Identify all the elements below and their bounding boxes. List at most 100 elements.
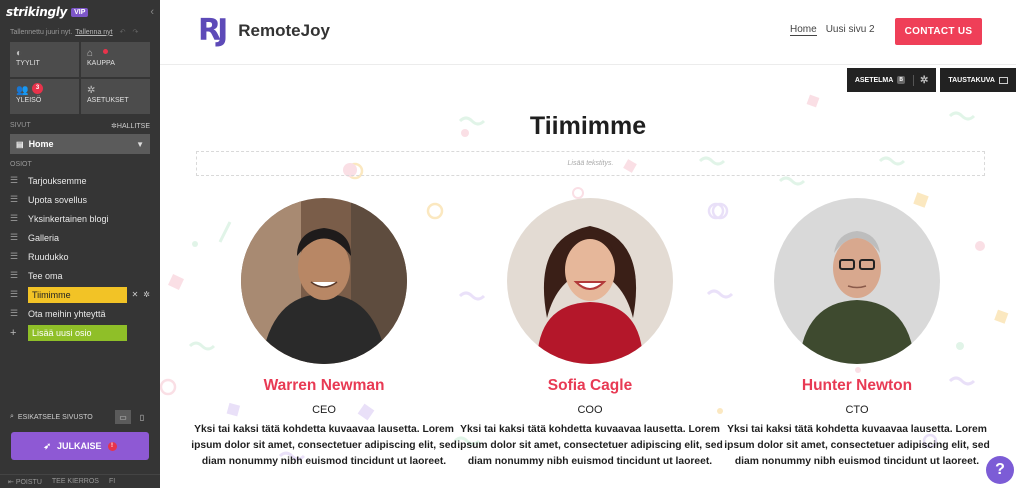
tile-label: ASETUKSET — [87, 97, 129, 104]
section-item[interactable]: ☰ Upota sovellus — [0, 190, 160, 209]
member-role[interactable]: CEO — [190, 404, 458, 416]
audience-count-badge: 3 — [32, 83, 43, 94]
member-photo-image — [241, 198, 407, 364]
drag-handle-icon[interactable]: ☰ — [10, 289, 20, 300]
member-photo-image — [507, 198, 673, 364]
member-bio[interactable]: Yksi tai kaksi tätä kohdetta kuvaavaa la… — [190, 422, 458, 470]
add-section-button[interactable]: + Lisää uusi osio — [0, 323, 160, 342]
section-item[interactable]: ☰ Yksinkertainen blogi — [0, 209, 160, 228]
site-header: RJ RemoteJoy Home Uusi sivu 2 CONTACT US — [160, 0, 1016, 65]
drag-handle-icon[interactable]: ☰ — [10, 175, 20, 186]
tile-styles[interactable]: ◐ TYYLIT — [10, 42, 79, 77]
section-item[interactable]: ☰ Galleria — [0, 228, 160, 247]
sidebar-footer: ⇤ POISTU TEE KIERROS FI — [0, 474, 160, 488]
save-status: Tallennettu juuri nyt. Tallenna nyt ↶ ↷ — [0, 24, 160, 40]
tile-shop[interactable]: ⌂ KAUPPA — [81, 42, 150, 77]
subtitle-input[interactable]: Lisää tekstitys. — [196, 151, 985, 176]
drag-handle-icon[interactable]: ☰ — [10, 270, 20, 281]
language-link[interactable]: FI — [109, 478, 115, 485]
add-section-label: Lisää uusi osio — [28, 324, 127, 341]
team-member-card: Hunter Newton CTO Yksi tai kaksi tätä ko… — [723, 198, 991, 470]
member-role[interactable]: CTO — [723, 404, 991, 416]
mobile-icon[interactable]: ▯ — [134, 410, 150, 424]
vip-badge: VIP — [71, 7, 89, 17]
audience-icon: 👥 — [16, 85, 29, 96]
preview-site-link[interactable]: ESIKATSELE SIVUSTO — [18, 414, 93, 421]
section-item[interactable]: ☰ Ruudukko — [0, 247, 160, 266]
team-member-card: Sofia Cagle COO Yksi tai kaksi tätä kohd… — [456, 198, 724, 470]
section-item[interactable]: ☰ Ota meihin yhteyttä — [0, 304, 160, 323]
page-selector[interactable]: ▤ Home ▼ — [10, 134, 150, 154]
section-settings-icon[interactable]: ✲ — [143, 290, 150, 299]
section-label: Tiimimme — [27, 286, 127, 303]
plus-icon: + — [10, 326, 17, 339]
drag-handle-icon[interactable]: ☰ — [10, 232, 20, 243]
section-label: Ota meihin yhteyttä — [28, 308, 106, 319]
section-title[interactable]: Tiimimme — [160, 112, 1016, 141]
device-toggle: ▭ ▯ — [115, 410, 150, 424]
manage-pages-label: HALLITSE — [116, 123, 150, 130]
section-label: Upota sovellus — [28, 194, 88, 205]
chevron-down-icon: ▼ — [136, 139, 144, 149]
help-button[interactable]: ? — [986, 456, 1014, 484]
sections-list: ☰ Tarjouksemme ☰ Upota sovellus ☰ Yksinkert… — [0, 171, 160, 342]
undo-icon[interactable]: ↶ — [120, 28, 126, 36]
save-now-link[interactable]: Tallenna nyt — [75, 29, 112, 36]
member-role[interactable]: COO — [456, 404, 724, 416]
exit-label: POISTU — [15, 478, 42, 486]
redo-icon[interactable]: ↷ — [133, 28, 139, 36]
member-photo[interactable] — [774, 198, 940, 364]
drag-handle-icon[interactable]: ☰ — [10, 213, 20, 224]
tile-label: KAUPPA — [87, 60, 115, 67]
site-canvas: RJ RemoteJoy Home Uusi sivu 2 CONTACT US… — [160, 0, 1016, 488]
pages-label: SIVUT — [10, 122, 31, 129]
tour-link[interactable]: TEE KIERROS — [52, 478, 99, 485]
tile-audience[interactable]: 👥 3 YLEISÖ — [10, 79, 79, 114]
shop-bag-icon: ⌂ — [87, 48, 94, 59]
section-item-active[interactable]: ☰ Tiimimme ✕ ✲ — [0, 285, 160, 304]
tile-label: YLEISÖ — [16, 97, 42, 104]
search-icon: ⌕ — [10, 413, 14, 420]
section-item[interactable]: ☰ Tarjouksemme — [0, 171, 160, 190]
manage-pages-button[interactable]: ✲HALLITSE — [111, 122, 150, 130]
drag-handle-icon[interactable]: ☰ — [10, 251, 20, 262]
delete-section-icon[interactable]: ✕ — [132, 290, 139, 299]
editor-sidebar: strikingly VIP ‹ Tallennettu juuri nyt. … — [0, 0, 160, 488]
publish-button[interactable]: ➶ JULKAISE ! — [11, 432, 149, 460]
save-status-text: Tallennettu juuri nyt. — [10, 28, 73, 36]
pages-header: SIVUT ✲HALLITSE — [0, 122, 160, 130]
nav-page-2[interactable]: Uusi sivu 2 — [826, 24, 875, 36]
palette-icon: ◐ — [16, 48, 23, 59]
site-brand[interactable]: RJ RemoteJoy — [198, 11, 330, 51]
sections-label: OSIOT — [10, 161, 32, 168]
member-name[interactable]: Warren Newman — [190, 377, 458, 395]
sidebar-tiles: ◐ TYYLIT ⌂ KAUPPA 👥 3 YLEISÖ ✲ ASETUKSET — [0, 42, 160, 114]
contact-us-button[interactable]: CONTACT US — [895, 18, 982, 45]
member-name[interactable]: Sofia Cagle — [456, 377, 724, 395]
member-bio[interactable]: Yksi tai kaksi tätä kohdetta kuvaavaa la… — [723, 422, 991, 470]
nav-home[interactable]: Home — [790, 24, 817, 36]
member-photo-image — [774, 198, 940, 364]
tile-settings[interactable]: ✲ ASETUKSET — [81, 79, 150, 114]
member-photo[interactable] — [241, 198, 407, 364]
drag-handle-icon[interactable]: ☰ — [10, 308, 20, 319]
section-label: Tarjouksemme — [28, 175, 87, 186]
settings-icon: ✲ — [87, 85, 96, 96]
member-photo[interactable] — [507, 198, 673, 364]
publish-label: JULKAISE — [57, 441, 102, 451]
page-file-icon: ▤ — [16, 139, 24, 149]
notification-dot — [103, 49, 108, 54]
site-nav: Home Uusi sivu 2 — [790, 24, 875, 36]
desktop-icon[interactable]: ▭ — [115, 410, 131, 424]
section-label: Ruudukko — [28, 251, 69, 262]
drag-handle-icon[interactable]: ☰ — [10, 194, 20, 205]
warning-icon: ! — [107, 441, 117, 451]
member-bio[interactable]: Yksi tai kaksi tätä kohdetta kuvaavaa la… — [456, 422, 724, 470]
collapse-sidebar-icon[interactable]: ‹ — [150, 6, 154, 18]
rocket-icon: ➶ — [43, 440, 52, 451]
team-member-card: Warren Newman CEO Yksi tai kaksi tätä ko… — [190, 198, 458, 470]
member-name[interactable]: Hunter Newton — [723, 377, 991, 395]
section-item[interactable]: ☰ Tee oma — [0, 266, 160, 285]
brand-logo-mark: RJ — [198, 13, 228, 48]
exit-link[interactable]: ⇤ POISTU — [8, 478, 42, 486]
